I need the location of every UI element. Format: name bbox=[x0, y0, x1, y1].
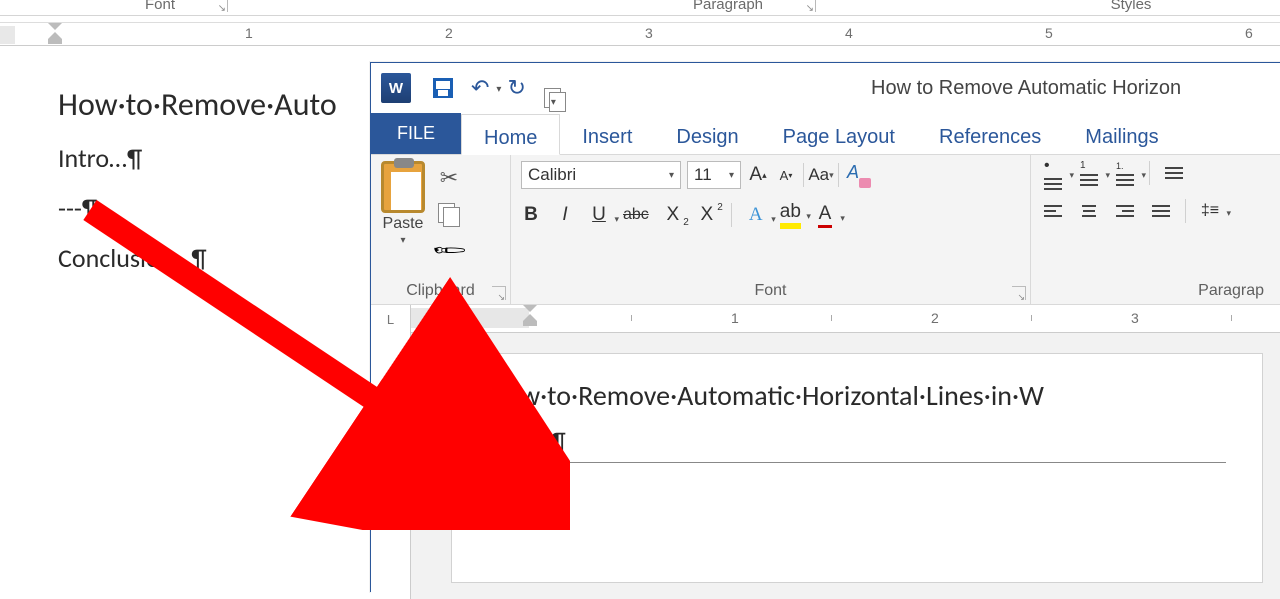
save-button[interactable] bbox=[433, 78, 453, 98]
paste-button[interactable]: Paste ▾ bbox=[381, 161, 425, 263]
save-icon bbox=[433, 78, 453, 98]
font-name-combo[interactable]: Calibri ▾ bbox=[521, 161, 681, 189]
highlight-button[interactable]: ab bbox=[780, 201, 801, 229]
font-color-button[interactable]: A bbox=[815, 203, 835, 228]
copy-button[interactable] bbox=[438, 203, 460, 225]
shrink-font-button[interactable]: A▾ bbox=[775, 163, 797, 187]
group-paragraph: ‡≡ Paragrap bbox=[1031, 155, 1280, 304]
fw-ruler-num-3: 3 bbox=[1131, 310, 1139, 326]
multilevel-list-button[interactable] bbox=[1113, 161, 1137, 185]
bullets-button[interactable] bbox=[1041, 161, 1065, 185]
numbering-button[interactable] bbox=[1077, 161, 1101, 185]
grow-font-button[interactable]: A▴ bbox=[747, 163, 769, 187]
bg-ribbon-group-labels: Font Paragraph Styles bbox=[0, 0, 1280, 16]
bg-ruler-num-6: 6 bbox=[1245, 25, 1253, 41]
ribbon-tabs: FILE Home Insert Design Page Layout Refe… bbox=[371, 113, 1280, 155]
foreground-word-window: W ↶ ↻ How to Remove Automatic Horizon FI… bbox=[370, 62, 1280, 592]
bg-group-styles-label: Styles bbox=[1086, 0, 1176, 15]
tab-references[interactable]: References bbox=[917, 113, 1063, 154]
subscript-button[interactable]: X2 bbox=[663, 204, 683, 226]
tab-file[interactable]: FILE bbox=[371, 113, 461, 154]
align-right-button[interactable] bbox=[1113, 199, 1137, 223]
italic-button[interactable]: I bbox=[555, 204, 575, 226]
fw-doc-blank: ¶ bbox=[488, 477, 1226, 505]
paste-options-icon[interactable] bbox=[444, 445, 464, 463]
fw-ruler-num-2: 2 bbox=[931, 310, 939, 326]
bold-button[interactable]: B bbox=[521, 204, 541, 226]
align-center-button[interactable] bbox=[1077, 199, 1101, 223]
tab-selector[interactable]: L bbox=[371, 305, 411, 333]
fw-vertical-ruler[interactable] bbox=[371, 333, 411, 599]
font-launcher-icon[interactable] bbox=[1012, 286, 1026, 300]
fw-document-viewport: How·to·Remove·Automatic·Horizontal·Lines… bbox=[371, 333, 1280, 599]
group-clipboard-label: Clipboard bbox=[381, 282, 500, 300]
bg-font-launcher-icon[interactable] bbox=[210, 0, 228, 12]
paste-label: Paste bbox=[383, 215, 424, 233]
clear-formatting-button[interactable] bbox=[845, 162, 871, 188]
font-name-value: Calibri bbox=[528, 165, 576, 185]
fw-doc-title: How·to·Remove·Automatic·Horizontal·Lines… bbox=[488, 378, 1226, 413]
underline-button[interactable]: U bbox=[589, 204, 609, 226]
tab-design[interactable]: Design bbox=[654, 113, 760, 154]
fw-horizontal-ruler[interactable]: L 1 2 3 bbox=[371, 305, 1280, 333]
bg-horizontal-ruler[interactable]: 1 2 3 4 5 6 bbox=[0, 22, 1280, 46]
quick-access-toolbar: ↶ ↻ bbox=[433, 75, 544, 101]
bg-group-font-label: Font bbox=[110, 0, 210, 15]
superscript-button[interactable]: X2 bbox=[697, 204, 717, 226]
bg-ruler-num-3: 3 bbox=[645, 25, 653, 41]
word-logo-icon: W bbox=[381, 73, 411, 103]
change-case-button[interactable]: Aa▾ bbox=[810, 163, 832, 187]
cut-button[interactable]: ✂ bbox=[440, 165, 458, 191]
fw-doc-intro: Intro…¶ bbox=[488, 427, 1226, 456]
align-justify-button[interactable] bbox=[1149, 199, 1173, 223]
fw-ruler-num-1: 1 bbox=[731, 310, 739, 326]
fw-indent-marker[interactable] bbox=[523, 305, 537, 326]
bg-paragraph-launcher-icon[interactable] bbox=[798, 0, 816, 12]
line-spacing-button[interactable]: ‡≡ bbox=[1198, 199, 1222, 223]
font-size-combo[interactable]: 11 ▾ bbox=[687, 161, 741, 189]
group-font-label: Font bbox=[521, 282, 1020, 300]
align-left-button[interactable] bbox=[1041, 199, 1065, 223]
bg-ruler-num-4: 4 bbox=[845, 25, 853, 41]
bg-ruler-num-2: 2 bbox=[445, 25, 453, 41]
paste-icon bbox=[381, 161, 425, 213]
titlebar: W ↶ ↻ How to Remove Automatic Horizon bbox=[371, 63, 1280, 113]
undo-button[interactable]: ↶ bbox=[471, 75, 489, 101]
bg-indent-marker[interactable] bbox=[48, 23, 62, 44]
tab-insert[interactable]: Insert bbox=[560, 113, 654, 154]
bg-ruler-num-5: 5 bbox=[1045, 25, 1053, 41]
decrease-indent-button[interactable] bbox=[1162, 161, 1186, 185]
ribbon: Paste ▾ ✂ 🖌 Clipboard Calibri bbox=[371, 155, 1280, 305]
window-title: How to Remove Automatic Horizon bbox=[871, 77, 1181, 100]
bg-group-paragraph-label: Paragraph bbox=[658, 0, 798, 15]
group-clipboard: Paste ▾ ✂ 🖌 Clipboard bbox=[371, 155, 511, 304]
group-paragraph-label: Paragrap bbox=[1041, 282, 1270, 300]
fw-auto-horizontal-line bbox=[488, 462, 1226, 463]
clipboard-launcher-icon[interactable] bbox=[492, 286, 506, 300]
tab-home[interactable]: Home bbox=[461, 114, 560, 155]
redo-button[interactable]: ↻ bbox=[507, 75, 525, 101]
tab-page-layout[interactable]: Page Layout bbox=[761, 113, 917, 154]
font-size-value: 11 bbox=[694, 165, 712, 185]
text-effects-button[interactable]: A bbox=[746, 204, 766, 226]
fw-page[interactable]: How·to·Remove·Automatic·Horizontal·Lines… bbox=[451, 353, 1263, 583]
tab-mailings[interactable]: Mailings bbox=[1063, 113, 1180, 154]
format-painter-button[interactable]: 🖌 bbox=[430, 231, 468, 269]
strikethrough-button[interactable]: abc bbox=[623, 206, 649, 224]
group-font: Calibri ▾ 11 ▾ A▴ A▾ Aa▾ B I bbox=[511, 155, 1031, 304]
bg-ruler-num-1: 1 bbox=[245, 25, 253, 41]
